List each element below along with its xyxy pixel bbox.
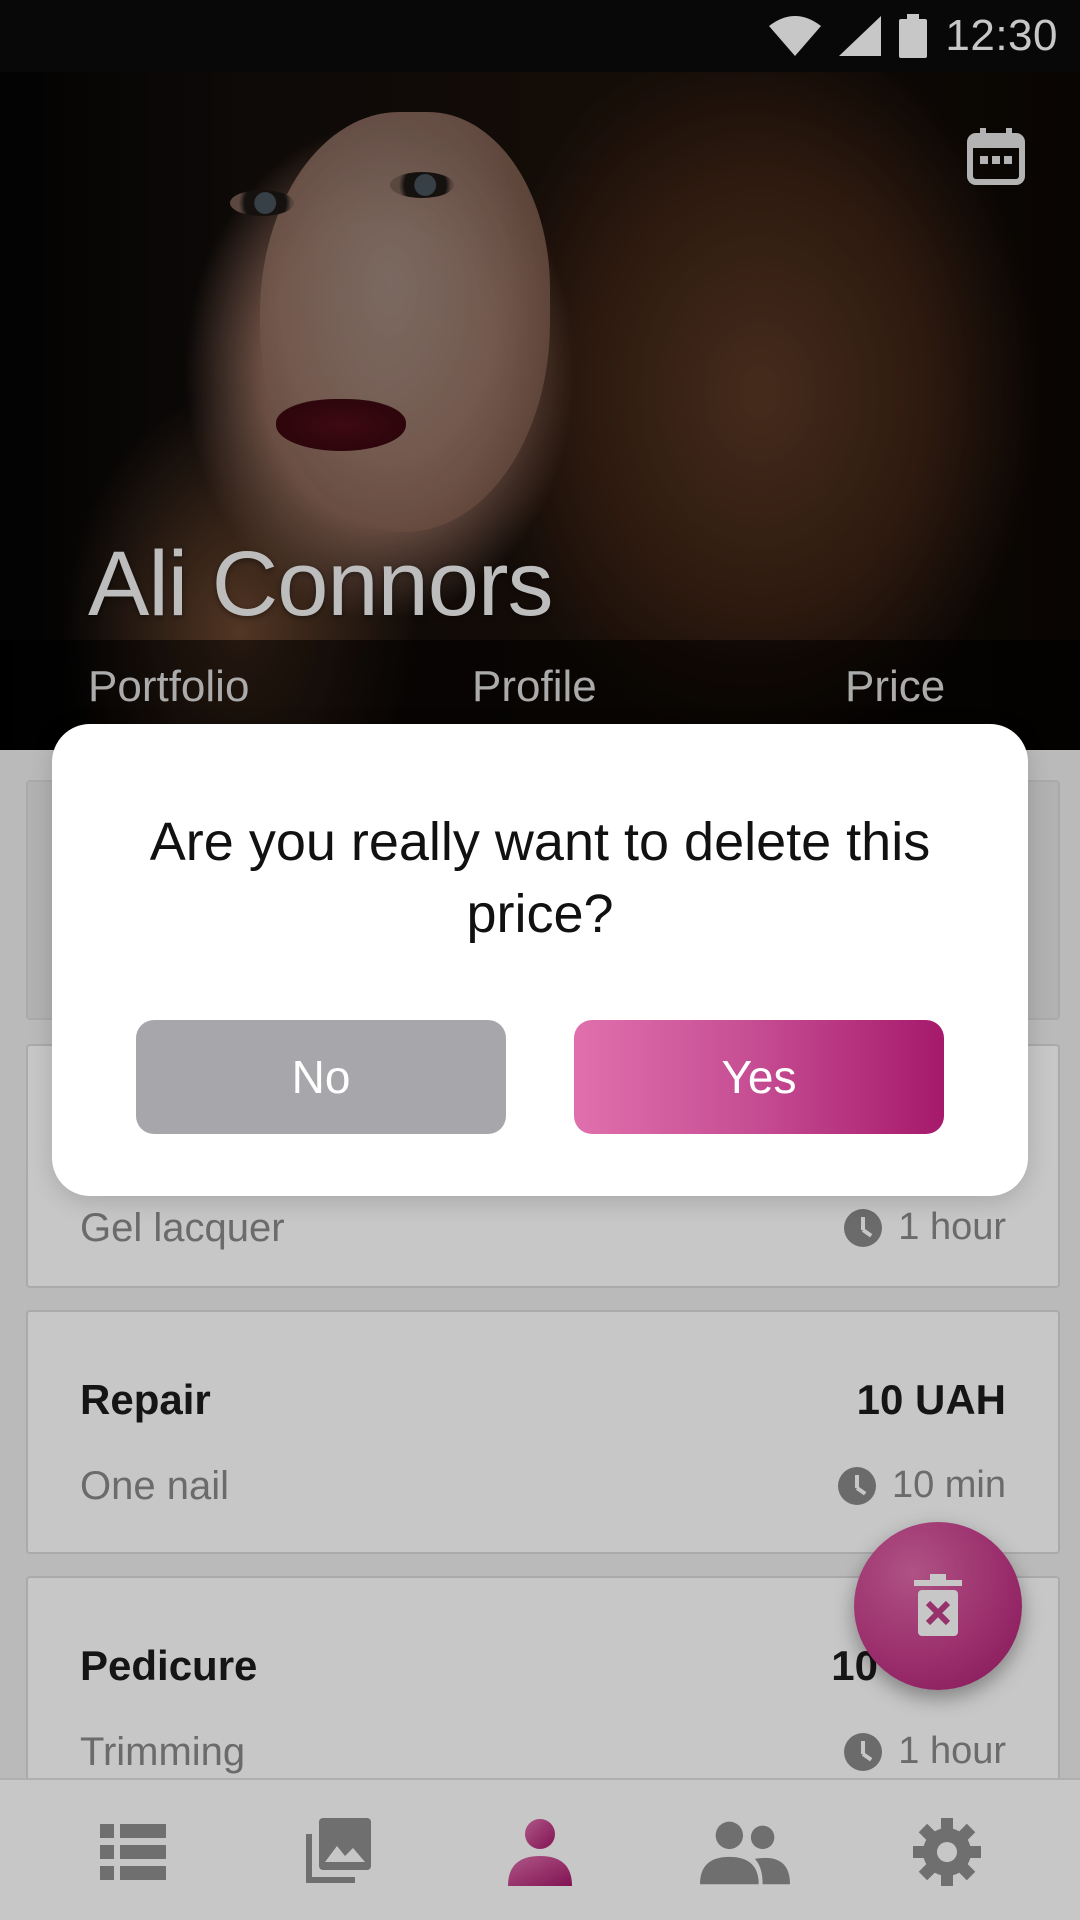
no-button[interactable]: No: [136, 1020, 506, 1134]
dialog-message: Are you really want to delete this price…: [149, 812, 931, 944]
delete-confirm-dialog: Are you really want to delete this price…: [52, 724, 1028, 1196]
app-screen: 12:30 Ali Connors Portfolio Profile Pric…: [0, 0, 1080, 1920]
yes-button[interactable]: Yes: [574, 1020, 944, 1134]
